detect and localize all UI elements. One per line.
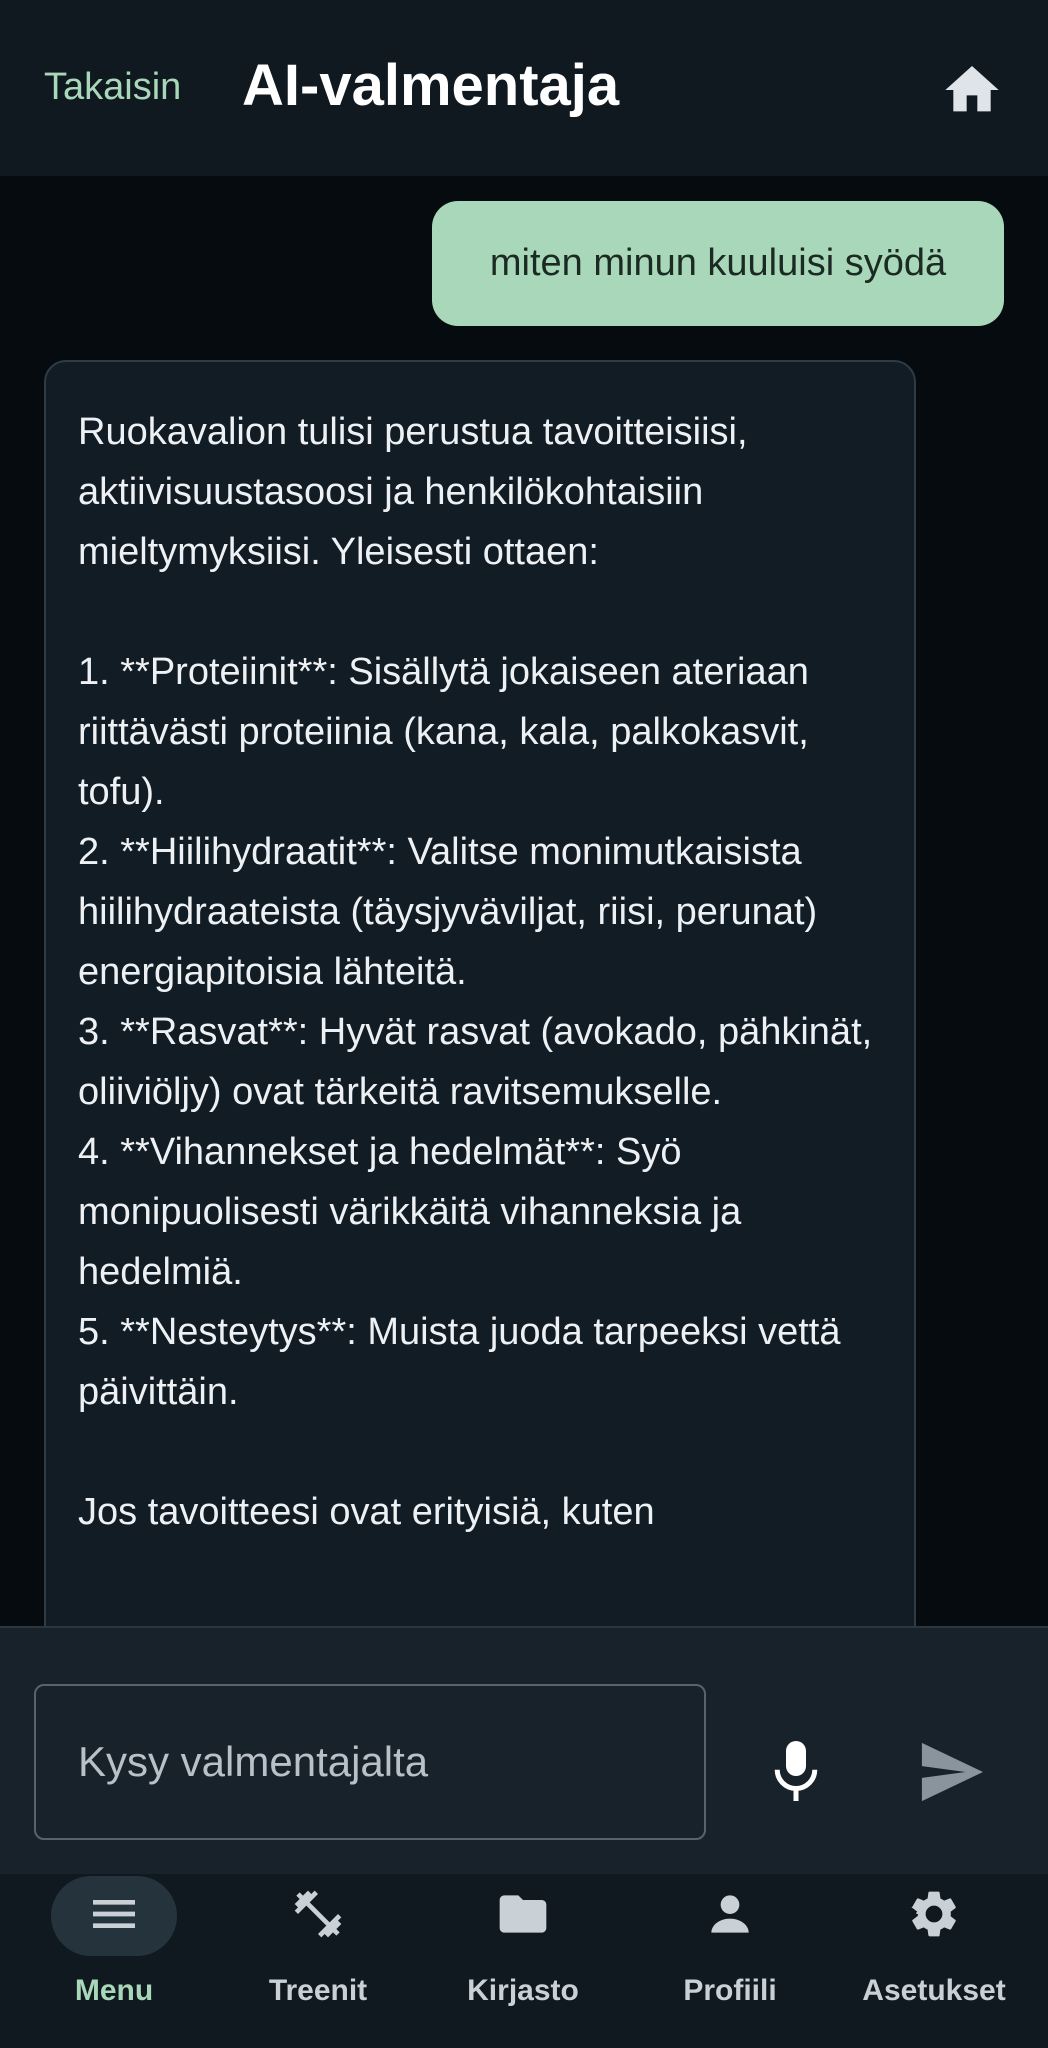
query-input[interactable] (34, 1684, 706, 1840)
nav-label-profiili: Profiili (683, 1974, 777, 2007)
nav-item-profiili[interactable]: Profiili (645, 1874, 815, 2048)
send-icon[interactable] (916, 1740, 986, 1804)
nav-label-treenit: Treenit (268, 1974, 368, 2007)
person-icon (711, 1895, 749, 1933)
gear-icon (911, 1891, 956, 1937)
composer-panel (0, 1626, 1048, 1874)
page-title: AI-valmentaja (242, 53, 620, 118)
nav-item-kirjasto[interactable]: Kirjasto (438, 1874, 608, 2048)
folder-icon (499, 1895, 547, 1933)
ai-message-bubble: Ruokavalion tulisi perustua tavoitteisii… (44, 360, 916, 1626)
nav-item-treenit[interactable]: Treenit (233, 1874, 403, 2048)
nav-label-kirjasto: Kirjasto (467, 1974, 579, 2007)
nav-item-asetukset[interactable]: Asetukset (849, 1874, 1019, 2048)
home-icon[interactable] (940, 58, 1004, 122)
menu-icon (93, 1900, 135, 1928)
microphone-icon[interactable] (766, 1736, 826, 1806)
back-link[interactable]: Takaisin (44, 64, 181, 110)
nav-label-asetukset: Asetukset (862, 1974, 1006, 2007)
nav-item-menu[interactable]: Menu (29, 1874, 199, 2048)
user-message-text: miten minun kuuluisi syödä (489, 242, 947, 284)
user-message-bubble: miten minun kuuluisi syödä (432, 201, 1004, 326)
dumbbell-icon (294, 1890, 342, 1938)
bottom-nav: Menu Treenit Kirjasto Profiili Asetukset (0, 1874, 1048, 2048)
nav-label-menu: Menu (74, 1974, 154, 2007)
app-header: Takaisin AI-valmentaja (0, 0, 1048, 176)
ai-message-text: Ruokavalion tulisi perustua tavoitteisii… (78, 411, 873, 1533)
chat-area[interactable]: miten minun kuuluisi syödä Ruokavalion t… (0, 176, 1048, 1626)
